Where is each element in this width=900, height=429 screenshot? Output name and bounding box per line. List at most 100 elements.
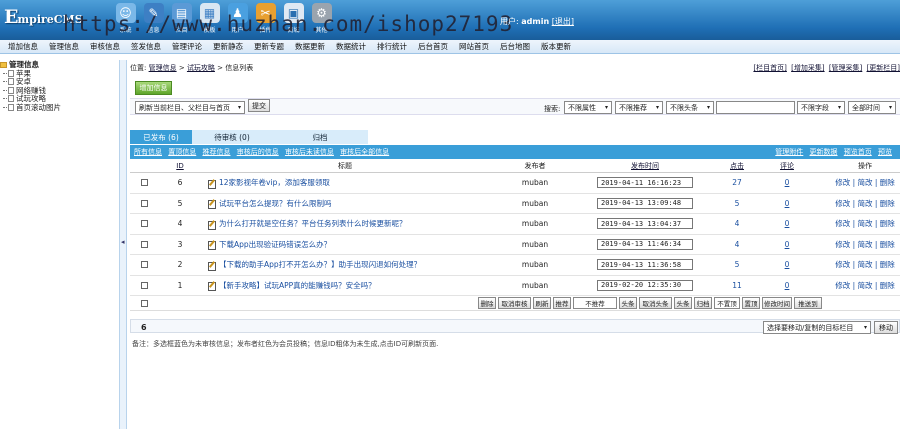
recommend-filter-select[interactable]: 不限推荐 ▾: [615, 101, 663, 114]
row-title[interactable]: 下载App出现验证码错误怎么办？: [219, 239, 331, 250]
link-manage-collect[interactable]: [管理采集]: [829, 64, 862, 72]
menu-version-update[interactable]: 版本更新: [541, 41, 571, 52]
menu-manage-comments[interactable]: 管理评论: [172, 41, 202, 52]
filter-reviewed[interactable]: 审核后的信息: [237, 148, 279, 156]
col-clicks[interactable]: 点击: [722, 159, 752, 172]
row-time-input[interactable]: 2019-04-13 13:09:48: [597, 197, 693, 209]
row-comments[interactable]: 0: [770, 214, 804, 234]
link-add-collect[interactable]: [增加采集]: [791, 64, 824, 72]
edit-icon[interactable]: [208, 281, 216, 292]
time-select[interactable]: 全部时间 ▾: [848, 101, 896, 114]
row-checkbox[interactable]: [141, 240, 148, 248]
row-id[interactable]: 4: [170, 214, 190, 234]
menu-admin-home[interactable]: 后台首页: [418, 41, 448, 52]
filter-top[interactable]: 置顶信息: [168, 148, 196, 156]
move-button[interactable]: 移动: [874, 321, 898, 334]
row-comments[interactable]: 0: [770, 194, 804, 214]
row-time-input[interactable]: 2019-04-13 11:36:58: [597, 259, 693, 271]
batch-button[interactable]: 取消头条: [639, 297, 672, 309]
menu-data-update[interactable]: 数据更新: [295, 41, 325, 52]
row-comments[interactable]: 0: [770, 255, 804, 275]
breadcrumb-column[interactable]: 试玩攻略: [187, 64, 215, 72]
row-id[interactable]: 1: [170, 276, 190, 296]
link-column-home[interactable]: [栏目首页]: [753, 64, 786, 72]
row-time-input[interactable]: 2019-04-11 16:16:23: [597, 177, 693, 189]
tree-item-slider[interactable]: 首页滚动图片: [0, 103, 118, 112]
col-comments[interactable]: 评论: [770, 159, 804, 172]
add-info-button[interactable]: 增加信息: [135, 81, 172, 95]
col-time[interactable]: 发布时间: [590, 159, 700, 172]
link-update-column[interactable]: [更新栏目]: [867, 64, 900, 72]
batch-button[interactable]: 修改时间: [762, 297, 792, 309]
batch-select[interactable]: 不推荐: [573, 297, 617, 309]
row-time-input[interactable]: 2019-04-13 13:04:37: [597, 218, 693, 230]
filter-reviewed-all[interactable]: 审核后全部信息: [340, 148, 389, 156]
batch-button[interactable]: 删除: [478, 297, 496, 309]
manage-attachments-link[interactable]: 管理附件: [775, 148, 803, 156]
row-title[interactable]: 12家影视年卷vip，添加客服领取: [219, 177, 330, 188]
tab-published[interactable]: 已发布 (6): [130, 130, 192, 144]
row-ops[interactable]: 修改 | 简改 | 删除: [830, 194, 900, 214]
row-id[interactable]: 5: [170, 194, 190, 214]
filter-all[interactable]: 所有信息: [134, 148, 162, 156]
row-ops[interactable]: 修改 | 简改 | 删除: [830, 276, 900, 296]
tab-pending[interactable]: 待审核 (0): [192, 130, 272, 144]
menu-sign-info[interactable]: 签发信息: [131, 41, 161, 52]
filter-reviewed-unread[interactable]: 审核后未读信息: [285, 148, 334, 156]
edit-icon[interactable]: [208, 220, 216, 230]
tab-archive[interactable]: 归档: [272, 130, 368, 144]
submit-button[interactable]: 提交: [248, 99, 270, 112]
headline-filter-select[interactable]: 不限头条 ▾: [666, 101, 714, 114]
row-checkbox[interactable]: [141, 199, 148, 207]
update-data-link[interactable]: 更新数据: [810, 148, 838, 156]
edit-icon[interactable]: [208, 261, 216, 271]
row-id[interactable]: 3: [170, 235, 190, 255]
row-checkbox[interactable]: [141, 220, 148, 228]
logout-link[interactable]: [退出]: [552, 17, 574, 26]
row-title[interactable]: 【新手攻略】试玩APP真的能赚钱吗？安全吗？: [219, 280, 376, 291]
batch-select[interactable]: 不置顶: [714, 297, 740, 309]
batch-button[interactable]: 归档: [694, 297, 712, 309]
menu-manage-info[interactable]: 管理信息: [49, 41, 79, 52]
filter-recommend[interactable]: 推荐信息: [202, 148, 230, 156]
batch-button[interactable]: 取消审核: [498, 297, 531, 309]
batch-button[interactable]: 置顶: [742, 297, 760, 309]
col-id[interactable]: ID: [170, 159, 190, 172]
menu-update-topic[interactable]: 更新专题: [254, 41, 284, 52]
row-checkbox[interactable]: [141, 179, 148, 187]
menu-review-info[interactable]: 审核信息: [90, 41, 120, 52]
search-input[interactable]: [716, 101, 795, 114]
row-ops[interactable]: 修改 | 简改 | 删除: [830, 255, 900, 275]
batch-button[interactable]: 刷新: [533, 297, 551, 309]
menu-data-stats[interactable]: 数据统计: [336, 41, 366, 52]
row-title[interactable]: 【下载的助手App打不开怎么办？】助手出现闪退如何处理？: [219, 259, 421, 270]
sidebar-splitter[interactable]: ◂: [119, 60, 127, 429]
row-id[interactable]: 2: [170, 255, 190, 275]
refresh-select[interactable]: 刷新当前栏目、父栏目与首页 ▾: [135, 101, 245, 114]
preview-home-link[interactable]: 预览首页: [844, 148, 872, 156]
collapse-arrow-icon[interactable]: ◂: [121, 238, 125, 246]
edit-icon[interactable]: [208, 240, 216, 251]
select-all-checkbox[interactable]: [141, 299, 148, 307]
batch-button[interactable]: 推荐: [553, 297, 571, 309]
row-ops[interactable]: 修改 | 简改 | 删除: [830, 214, 900, 234]
edit-icon[interactable]: [208, 179, 216, 189]
row-ops[interactable]: 修改 | 简改 | 删除: [830, 173, 900, 193]
row-comments[interactable]: 0: [770, 276, 804, 296]
row-time-input[interactable]: 2019-04-13 11:46:34: [597, 238, 693, 250]
batch-button[interactable]: 头条: [674, 297, 692, 309]
move-target-select[interactable]: 选择要移动/复制的目标栏目 ▾: [763, 321, 871, 334]
row-time-input[interactable]: 2019-02-20 12:35:30: [597, 279, 693, 291]
menu-update-static[interactable]: 更新静态: [213, 41, 243, 52]
batch-button[interactable]: 推送到: [794, 297, 822, 309]
menu-site-home[interactable]: 网站首页: [459, 41, 489, 52]
batch-button[interactable]: 头条: [619, 297, 637, 309]
row-title[interactable]: 试玩平台怎么提现？有什么限制吗: [219, 198, 332, 209]
field-select[interactable]: 不限字段 ▾: [797, 101, 845, 114]
row-ops[interactable]: 修改 | 简改 | 删除: [830, 235, 900, 255]
menu-admin-map[interactable]: 后台地图: [500, 41, 530, 52]
row-comments[interactable]: 0: [770, 235, 804, 255]
row-checkbox[interactable]: [141, 281, 148, 289]
preview-link[interactable]: 预览: [878, 148, 892, 156]
menu-rank-stats[interactable]: 排行统计: [377, 41, 407, 52]
